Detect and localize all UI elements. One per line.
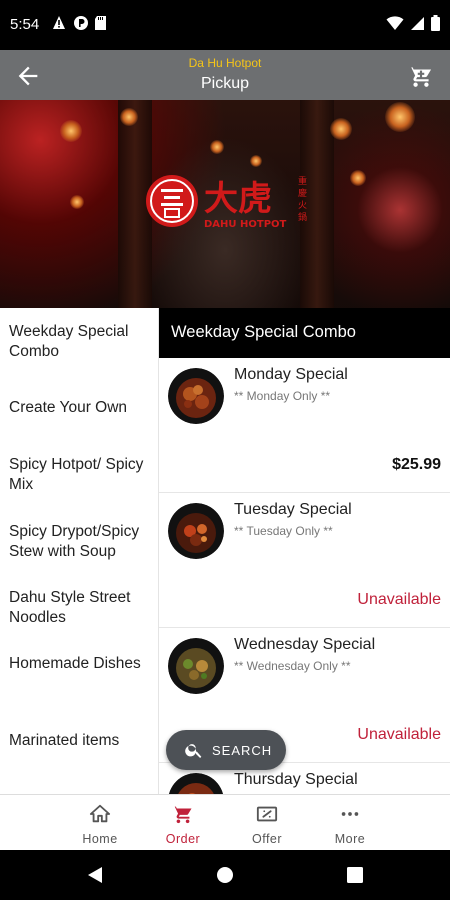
status-time: 5:54 — [10, 16, 40, 33]
item-name: Thursday Special — [234, 771, 358, 788]
sidebar-item-spicy-drypot[interactable]: Spicy Drypot/Spicy Stew with Soup — [9, 522, 154, 562]
hero-lantern — [350, 170, 366, 186]
page-title: Pickup — [200, 75, 250, 92]
category-sidebar: Weekday Special Combo Create Your Own Sp… — [0, 308, 158, 794]
menu-list: Weekday Special Combo Monday Special ** … — [158, 308, 450, 794]
item-description: ** Tuesday Only ** — [234, 524, 333, 538]
svg-text:重: 重 — [298, 175, 307, 187]
hero-lantern — [60, 120, 82, 142]
search-label: SEARCH — [212, 742, 273, 758]
search-button[interactable]: SEARCH — [166, 730, 286, 770]
cart-icon — [409, 65, 432, 87]
wifi-icon — [386, 15, 404, 36]
home-icon — [89, 804, 111, 823]
order-icon — [172, 804, 192, 824]
restaurant-name: Da Hu Hotpot — [188, 56, 262, 70]
app-bar: Da Hu Hotpot Pickup — [0, 50, 450, 100]
hero-lantern — [385, 102, 415, 132]
signal-icon — [410, 16, 425, 36]
sidebar-item-weekday-special-combo[interactable]: Weekday Special Combo — [9, 322, 154, 362]
hero-lantern — [70, 195, 84, 209]
more-icon — [341, 812, 359, 816]
system-navigation-bar — [0, 850, 450, 900]
item-name: Wednesday Special — [234, 636, 376, 653]
svg-text:慶: 慶 — [298, 187, 307, 199]
system-status-icons — [386, 15, 440, 36]
menu-item-card[interactable]: Tuesday Special ** Tuesday Only ** Unava… — [159, 493, 450, 628]
nav-home-label: Home — [82, 832, 118, 846]
nav-order-label: Order — [165, 832, 201, 846]
dahu-hotpot-logo: 大虎 DAHU HOTPOT 重 慶 火 鍋 — [144, 172, 314, 232]
hero-lantern — [250, 155, 262, 167]
search-icon — [185, 744, 202, 758]
item-description: ** Wednesday Only ** — [234, 659, 351, 673]
hero-lantern — [330, 118, 352, 140]
svg-text:鍋: 鍋 — [298, 211, 307, 223]
sd-card-icon — [94, 15, 108, 31]
item-status: Unavailable — [357, 591, 441, 608]
menu-item-card[interactable]: Monday Special ** Monday Only ** $25.99 — [159, 358, 450, 493]
nav-more[interactable]: More — [315, 803, 385, 846]
svg-text:DAHU HOTPOT: DAHU HOTPOT — [204, 219, 287, 230]
system-back-icon[interactable] — [86, 866, 104, 884]
sidebar-item-marinated-items[interactable]: Marinated items — [9, 731, 154, 751]
battery-icon — [431, 15, 440, 36]
item-name: Monday Special — [234, 366, 348, 383]
nav-order[interactable]: Order — [148, 803, 218, 846]
svg-text:大虎: 大虎 — [204, 179, 272, 219]
nav-offer-label: Offer — [251, 832, 283, 846]
food-thumbnail — [168, 638, 224, 694]
nav-home[interactable]: Home — [65, 803, 135, 846]
sidebar-item-spicy-hotpot[interactable]: Spicy Hotpot/ Spicy Mix — [9, 455, 154, 495]
item-name: Tuesday Special — [234, 501, 352, 518]
hero-lantern — [210, 140, 224, 154]
system-home-icon[interactable] — [216, 866, 234, 884]
sidebar-item-homemade-dishes[interactable]: Homemade Dishes — [9, 654, 154, 674]
food-thumbnail — [168, 773, 224, 794]
sidebar-item-create-your-own[interactable]: Create Your Own — [9, 398, 154, 418]
offer-icon — [256, 806, 278, 822]
sidebar-item-street-noodles[interactable]: Dahu Style Street Noodles — [9, 588, 154, 628]
system-recents-icon[interactable] — [347, 867, 363, 883]
hero-lantern — [120, 108, 138, 126]
food-thumbnail — [168, 503, 224, 559]
status-bar: 5:54 — [0, 0, 450, 50]
warning-icon — [52, 15, 66, 31]
notification-icons — [52, 15, 108, 31]
cart-button[interactable] — [408, 63, 434, 89]
nav-more-label: More — [334, 832, 366, 846]
item-status: Unavailable — [357, 726, 441, 743]
bottom-navigation: Home Order Offer More — [0, 794, 450, 850]
item-description: ** Monday Only ** — [234, 389, 331, 403]
item-price: $25.99 — [392, 456, 441, 473]
section-header: Weekday Special Combo — [159, 308, 450, 358]
app-notification-icon — [73, 15, 88, 31]
nav-offer[interactable]: Offer — [232, 803, 302, 846]
food-thumbnail — [168, 368, 224, 424]
svg-text:火: 火 — [298, 200, 307, 211]
